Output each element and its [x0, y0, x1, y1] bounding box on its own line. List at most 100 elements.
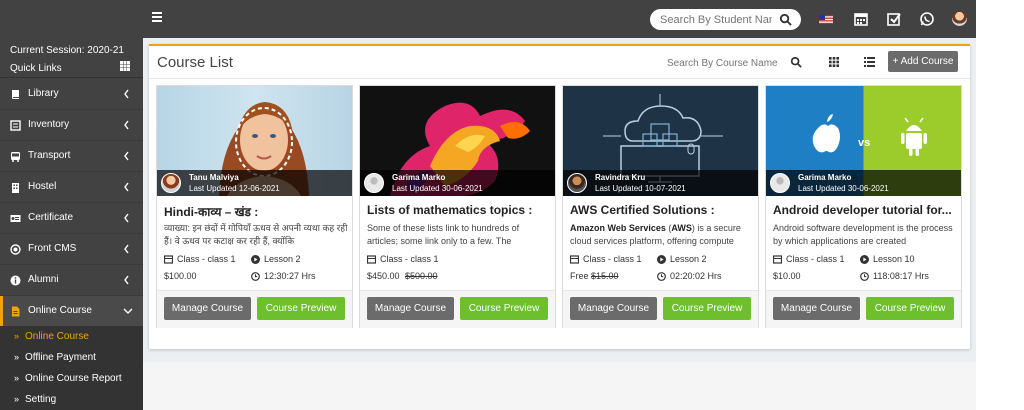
course-title[interactable]: Lists of mathematics topics :: [367, 203, 551, 217]
grid-icon[interactable]: [120, 61, 130, 71]
sidebar-item-library[interactable]: Library: [0, 79, 143, 110]
course-preview-button[interactable]: Course Preview: [460, 297, 548, 320]
whatsapp-icon[interactable]: [919, 11, 935, 27]
us-flag-icon[interactable]: [818, 11, 834, 27]
sidebar-item-label: Transport: [28, 150, 71, 161]
clock-icon: [657, 272, 666, 281]
course-duration: 02:20:02 Hrs: [670, 271, 722, 281]
info-icon: [10, 275, 21, 286]
class-icon: [164, 255, 173, 264]
sidebar-item-label: Library: [28, 88, 59, 99]
hamburger-icon[interactable]: [152, 12, 162, 24]
submenu-online-course[interactable]: » Online Course: [0, 326, 143, 347]
author-name: Garima Marko: [798, 173, 852, 182]
submenu-offline-payment[interactable]: » Offline Payment: [0, 347, 143, 368]
author-overlay: Tanu Malviya Last Updated 12-06-2021: [157, 170, 352, 196]
chevron-left-icon: [124, 182, 129, 192]
sidebar-item-label: Inventory: [28, 119, 70, 130]
book-icon: [12, 90, 19, 99]
file-icon: [12, 306, 20, 317]
globe-icon: [10, 244, 21, 255]
course-description: व्याख्या: इन छंदों में गोपियाँ ऊधव से अप…: [164, 223, 348, 246]
course-lessons: Lesson 2: [264, 254, 301, 264]
last-updated: Last Updated 12-06-2021: [189, 184, 280, 193]
sidebar-item-alumni[interactable]: Alumni: [0, 265, 143, 296]
sidebar-item-certificate[interactable]: Certificate: [0, 203, 143, 234]
last-updated: Last Updated 30-06-2021: [392, 184, 483, 193]
checkbox-icon[interactable]: [886, 11, 902, 27]
sidebar-item-label: Certificate: [28, 212, 74, 223]
grid-view-icon[interactable]: [829, 57, 839, 67]
chevron-left-icon: [124, 244, 129, 254]
submenu-label: Online Course Report: [25, 373, 122, 384]
calendar-icon[interactable]: [853, 11, 869, 27]
sidebar-item-hostel[interactable]: Hostel: [0, 172, 143, 203]
add-course-button[interactable]: + Add Course: [888, 51, 958, 72]
class-icon: [367, 255, 376, 264]
current-session: Current Session: 2020-21: [10, 45, 124, 56]
submenu-label: Offline Payment: [25, 352, 96, 363]
sidebar-item-transport[interactable]: Transport: [0, 141, 143, 172]
manage-course-button[interactable]: Manage Course: [367, 297, 454, 320]
manage-course-button[interactable]: Manage Course: [164, 297, 251, 320]
plus-icon: +: [892, 56, 899, 67]
author-avatar: [364, 173, 384, 193]
play-circle-icon: [251, 255, 260, 264]
course-lessons: Lesson 10: [873, 254, 915, 264]
building-icon: [12, 183, 19, 193]
chevron-left-icon: [124, 89, 129, 99]
student-search-input[interactable]: [660, 12, 772, 27]
content-bottom-area: [143, 362, 976, 410]
course-duration: 118:08:17 Hrs: [873, 271, 929, 281]
course-preview-button[interactable]: Course Preview: [866, 297, 954, 320]
chevron-down-icon: [123, 308, 133, 314]
class-icon: [773, 255, 782, 264]
sidebar-item-online-course[interactable]: Online Course: [0, 296, 143, 327]
bold-text: AWS: [671, 223, 692, 233]
sidebar: Current Session: 2020-21 Quick Links Lib…: [0, 38, 143, 410]
list-view-icon[interactable]: [864, 57, 875, 67]
submenu-setting[interactable]: » Setting: [0, 389, 143, 410]
student-search-box[interactable]: [650, 9, 801, 30]
course-description: Amazon Web Services (AWS) is a secure cl…: [570, 223, 741, 246]
course-preview-button[interactable]: Course Preview: [257, 297, 345, 320]
course-description: Android software development is the proc…: [773, 223, 953, 246]
course-preview-button[interactable]: Course Preview: [663, 297, 751, 320]
quick-links[interactable]: Quick Links: [10, 63, 62, 74]
double-chevron-icon: »: [14, 394, 20, 404]
manage-course-button[interactable]: Manage Course: [773, 297, 860, 320]
course-title[interactable]: AWS Certified Solutions :: [570, 203, 754, 217]
course-price: $450.00: [367, 271, 400, 281]
course-title[interactable]: Hindi-काव्य – खंड :: [164, 203, 348, 220]
author-avatar: [161, 173, 181, 193]
course-title[interactable]: Android developer tutorial for...: [773, 203, 957, 217]
course-card: Garima Marko Last Updated 30-06-2021 Lis…: [359, 85, 556, 328]
course-class: Class - class 1: [786, 254, 845, 264]
submenu-online-course-report[interactable]: » Online Course Report: [0, 368, 143, 389]
author-name: Garima Marko: [392, 173, 446, 182]
user-avatar[interactable]: [952, 11, 967, 26]
author-avatar: [770, 173, 790, 193]
course-price: Free: [570, 271, 589, 281]
author-overlay: Ravindra Kru Last Updated 10-07-2021: [563, 170, 758, 196]
sidebar-item-inventory[interactable]: Inventory: [0, 110, 143, 141]
course-search-input[interactable]: [667, 54, 807, 72]
author-name: Tanu Malviya: [189, 173, 239, 182]
course-duration: 12:30:27 Hrs: [264, 271, 316, 281]
course-price: $100.00: [164, 271, 197, 281]
search-icon[interactable]: [779, 13, 792, 26]
vs-label: vs: [858, 137, 871, 149]
sidebar-item-label: Alumni: [28, 274, 59, 285]
manage-course-button[interactable]: Manage Course: [570, 297, 657, 320]
course-old-price: $500.00: [405, 271, 438, 281]
search-icon[interactable]: [790, 56, 802, 68]
course-card: Tanu Malviya Last Updated 12-06-2021 Hin…: [156, 85, 353, 328]
chevron-left-icon: [124, 275, 129, 285]
bus-icon: [11, 152, 20, 162]
last-updated: Last Updated 10-07-2021: [595, 184, 686, 193]
class-icon: [570, 255, 579, 264]
sidebar-item-front-cms[interactable]: Front CMS: [0, 234, 143, 265]
chevron-left-icon: [124, 213, 129, 223]
course-card: Ravindra Kru Last Updated 10-07-2021 AWS…: [562, 85, 759, 328]
course-class: Class - class 1: [583, 254, 642, 264]
